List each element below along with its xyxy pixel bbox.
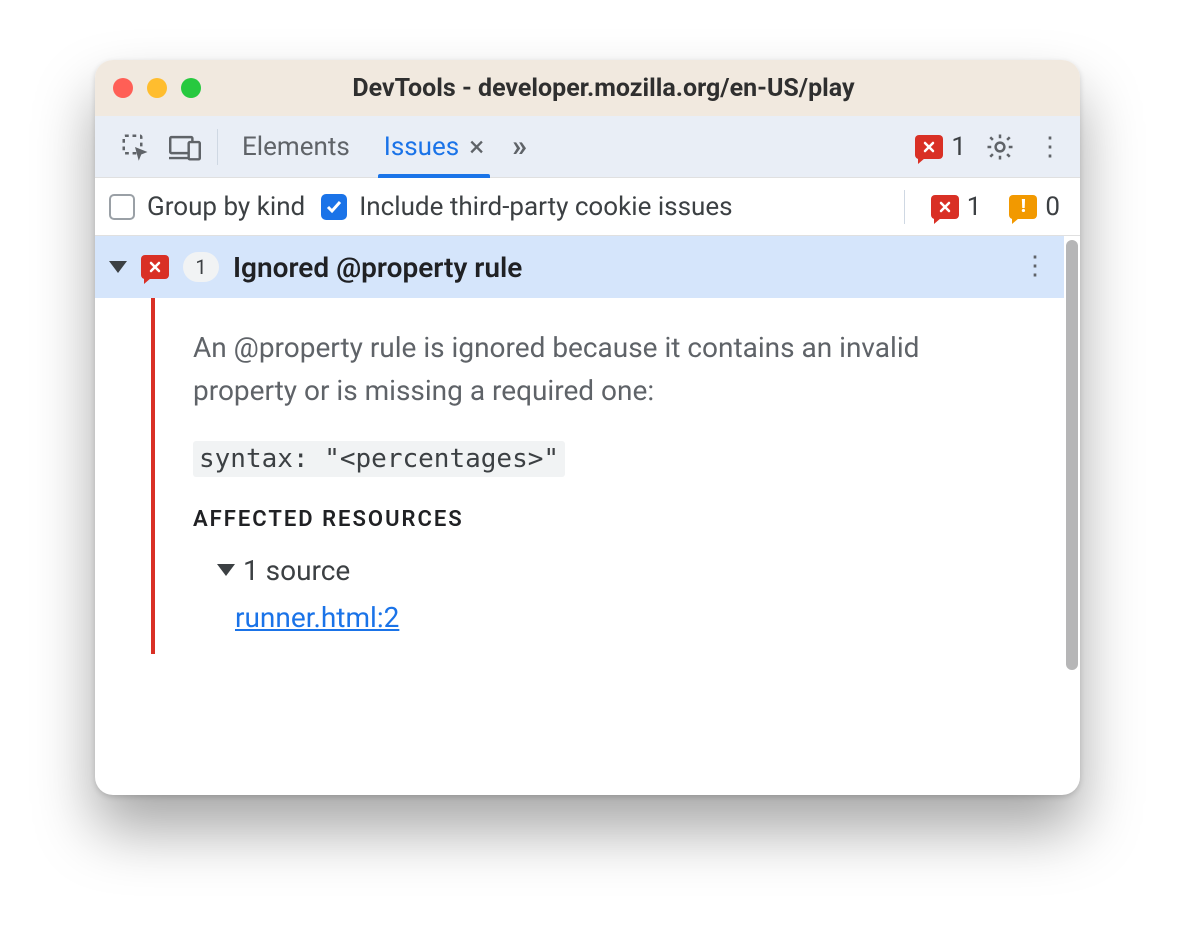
- error-icon: [915, 135, 943, 159]
- checkbox-checked-icon: [321, 194, 347, 220]
- device-toolbar-icon[interactable]: [163, 125, 207, 169]
- window-title: DevTools - developer.mozilla.org/en-US/p…: [145, 74, 1062, 103]
- error-count: 1: [967, 192, 982, 222]
- warning-count: 0: [1045, 192, 1060, 222]
- issue-title: Ignored @property rule: [233, 251, 1006, 284]
- settings-icon[interactable]: [978, 125, 1022, 169]
- source-count-label: 1 source: [243, 554, 350, 587]
- issues-content: 1 Ignored @property rule ⋮ An @property …: [95, 236, 1080, 795]
- checkbox-label: Group by kind: [147, 192, 305, 222]
- divider: [217, 129, 218, 165]
- source-link[interactable]: runner.html:2: [235, 601, 1028, 634]
- disclosure-triangle-icon: [217, 564, 235, 576]
- options-errors-chip[interactable]: 1: [925, 192, 988, 222]
- issue-header-row[interactable]: 1 Ignored @property rule ⋮: [95, 236, 1064, 298]
- toolbar-errors-chip[interactable]: 1: [909, 132, 972, 162]
- error-icon: [141, 255, 169, 279]
- tab-label: Elements: [242, 132, 350, 162]
- source-link-anchor[interactable]: runner.html:2: [235, 601, 399, 634]
- tab-elements[interactable]: Elements: [228, 116, 364, 178]
- tab-issues[interactable]: Issues ×: [370, 116, 498, 178]
- checkbox-icon: [109, 194, 135, 220]
- issues-options-bar: Group by kind Include third-party cookie…: [95, 178, 1080, 236]
- error-icon: [931, 195, 959, 219]
- issue-count-badge: 1: [183, 252, 219, 282]
- traffic-light-close-icon[interactable]: [113, 78, 133, 98]
- issue-body: An @property rule is ignored because it …: [95, 298, 1064, 654]
- error-count: 1: [951, 132, 966, 162]
- affected-resources-heading: AFFECTED RESOURCES: [193, 507, 1028, 532]
- close-icon[interactable]: ×: [469, 133, 484, 161]
- vertical-scrollbar[interactable]: [1064, 236, 1080, 795]
- issue-code-snippet: syntax: "<percentages>": [193, 441, 565, 477]
- include-third-party-checkbox[interactable]: Include third-party cookie issues: [321, 192, 732, 222]
- warning-icon: !: [1009, 195, 1037, 219]
- titlebar: DevTools - developer.mozilla.org/en-US/p…: [95, 60, 1080, 116]
- issue-more-menu-icon[interactable]: ⋮: [1020, 251, 1050, 283]
- divider: [904, 190, 905, 224]
- affected-source-toggle[interactable]: 1 source: [217, 554, 1028, 587]
- issue-description: An @property rule is ignored because it …: [193, 326, 1028, 413]
- more-tabs-icon[interactable]: »: [504, 129, 531, 164]
- disclosure-triangle-icon[interactable]: [109, 261, 127, 273]
- group-by-kind-checkbox[interactable]: Group by kind: [109, 192, 305, 222]
- tab-label: Issues: [384, 132, 459, 162]
- scrollbar-thumb[interactable]: [1066, 240, 1078, 670]
- inspect-element-icon[interactable]: [113, 125, 157, 169]
- more-menu-icon[interactable]: ⋮: [1028, 125, 1072, 169]
- options-warnings-chip[interactable]: ! 0: [1003, 192, 1066, 222]
- devtools-tabbar: Elements Issues × » 1 ⋮: [95, 116, 1080, 178]
- checkbox-label: Include third-party cookie issues: [359, 192, 732, 222]
- devtools-window: DevTools - developer.mozilla.org/en-US/p…: [95, 60, 1080, 795]
